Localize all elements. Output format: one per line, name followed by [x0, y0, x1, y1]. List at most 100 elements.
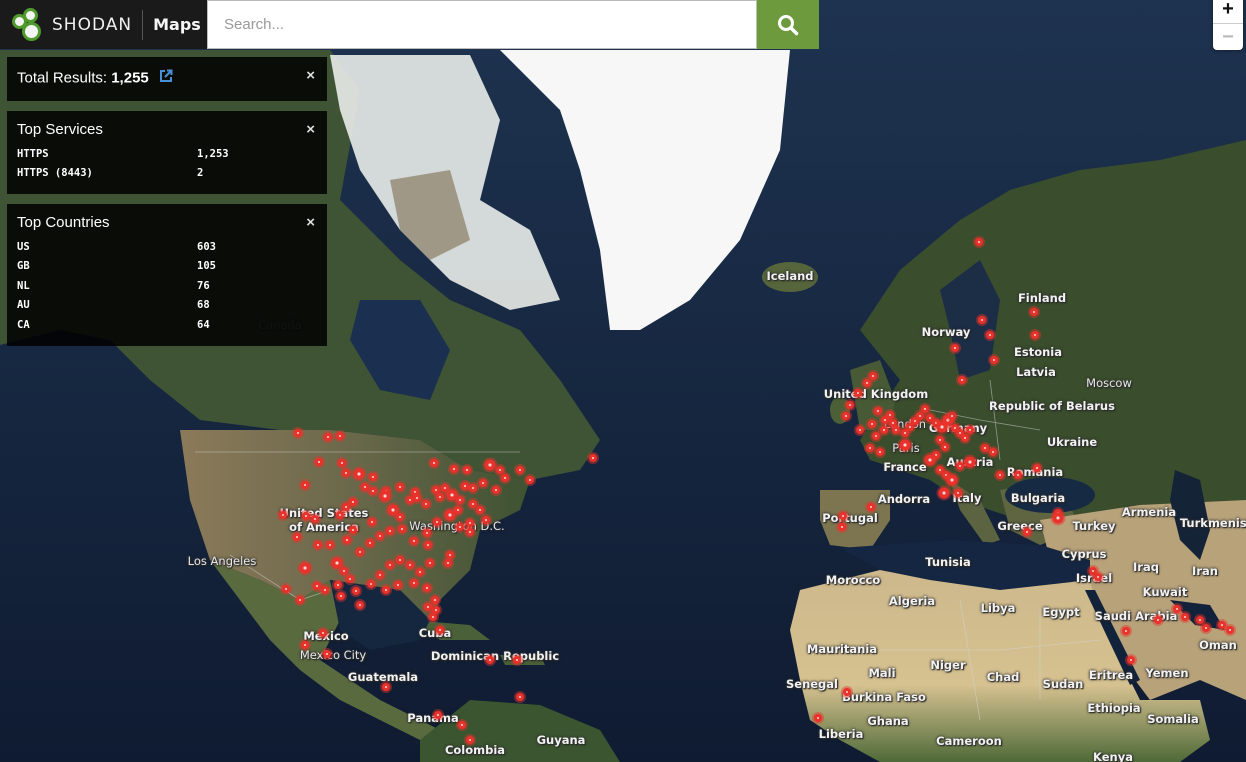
host-marker[interactable] [938, 487, 950, 499]
host-marker[interactable] [496, 466, 504, 474]
host-marker[interactable] [349, 498, 357, 506]
host-marker[interactable] [501, 474, 509, 482]
host-marker[interactable] [282, 585, 290, 593]
host-marker[interactable] [343, 536, 351, 544]
host-marker[interactable] [337, 592, 345, 600]
host-marker[interactable] [444, 559, 452, 567]
host-marker[interactable] [951, 344, 959, 352]
close-total-panel-button[interactable]: × [306, 67, 315, 84]
host-marker[interactable] [376, 571, 384, 579]
host-marker[interactable] [1127, 656, 1135, 664]
host-marker[interactable] [326, 541, 334, 549]
host-marker[interactable] [352, 587, 360, 595]
host-marker[interactable] [302, 512, 310, 520]
host-marker[interactable] [838, 523, 846, 531]
host-marker[interactable] [463, 466, 471, 474]
host-marker[interactable] [476, 506, 484, 514]
host-marker[interactable] [1014, 471, 1022, 479]
host-marker[interactable] [369, 473, 377, 481]
host-marker[interactable] [299, 562, 311, 574]
host-marker[interactable] [382, 586, 390, 594]
host-marker[interactable] [981, 444, 989, 452]
host-marker[interactable] [954, 489, 962, 497]
brand-name[interactable]: SHODAN [52, 15, 132, 35]
host-marker[interactable] [868, 420, 876, 428]
host-marker[interactable] [484, 459, 496, 471]
host-marker[interactable] [866, 444, 874, 452]
host-marker[interactable] [842, 412, 850, 420]
host-marker[interactable] [1154, 616, 1162, 624]
host-marker[interactable] [872, 432, 880, 440]
host-marker[interactable] [886, 411, 894, 419]
search-input[interactable] [207, 0, 757, 49]
country-row[interactable]: CA 64 [17, 315, 317, 335]
host-marker[interactable] [319, 629, 327, 637]
host-marker[interactable] [379, 490, 391, 502]
host-marker[interactable] [301, 641, 309, 649]
host-marker[interactable] [975, 238, 983, 246]
host-marker[interactable] [334, 581, 342, 589]
host-marker[interactable] [1122, 627, 1130, 635]
host-marker[interactable] [356, 601, 364, 609]
host-marker[interactable] [876, 448, 884, 456]
host-marker[interactable] [589, 454, 597, 462]
shodan-logo-icon[interactable] [12, 7, 46, 42]
host-marker[interactable] [516, 693, 524, 701]
host-marker[interactable] [301, 481, 309, 489]
host-marker[interactable] [436, 493, 444, 501]
host-marker[interactable] [854, 389, 862, 397]
host-marker[interactable] [1196, 616, 1204, 624]
host-marker[interactable] [450, 465, 458, 473]
host-marker[interactable] [423, 584, 431, 592]
host-marker[interactable] [867, 503, 875, 511]
host-marker[interactable] [376, 532, 384, 540]
host-marker[interactable] [394, 581, 402, 589]
host-marker[interactable] [293, 533, 301, 541]
host-marker[interactable] [869, 372, 877, 380]
host-marker[interactable] [349, 526, 357, 534]
host-marker[interactable] [1023, 528, 1031, 536]
host-marker[interactable] [924, 454, 936, 466]
host-marker[interactable] [892, 426, 900, 434]
host-marker[interactable] [436, 626, 444, 634]
host-marker[interactable] [1181, 613, 1189, 621]
service-row[interactable]: HTTPS 1,253 [17, 144, 317, 164]
host-marker[interactable] [386, 561, 394, 569]
host-marker[interactable] [1052, 512, 1064, 524]
host-marker[interactable] [369, 487, 377, 495]
host-marker[interactable] [958, 376, 966, 384]
host-marker[interactable] [406, 561, 414, 569]
country-row[interactable]: AU 68 [17, 296, 317, 316]
host-marker[interactable] [482, 516, 490, 524]
host-marker[interactable] [424, 603, 432, 611]
host-marker[interactable] [461, 482, 469, 490]
host-marker[interactable] [466, 519, 474, 527]
host-marker[interactable] [338, 459, 346, 467]
host-marker[interactable] [279, 511, 287, 519]
search-button[interactable] [757, 0, 819, 49]
host-marker[interactable] [874, 407, 882, 415]
host-marker[interactable] [846, 401, 854, 409]
host-marker[interactable] [424, 541, 432, 549]
host-marker[interactable] [456, 523, 464, 531]
host-marker[interactable] [1033, 464, 1041, 472]
host-marker[interactable] [398, 525, 406, 533]
host-marker[interactable] [479, 479, 487, 487]
host-marker[interactable] [410, 579, 418, 587]
host-marker[interactable] [429, 613, 437, 621]
host-marker[interactable] [446, 551, 454, 559]
host-marker[interactable] [1030, 308, 1038, 316]
host-marker[interactable] [996, 471, 1004, 479]
host-marker[interactable] [961, 434, 969, 442]
host-marker[interactable] [526, 476, 534, 484]
host-marker[interactable] [948, 412, 956, 420]
host-marker[interactable] [367, 580, 375, 588]
host-marker[interactable] [466, 736, 474, 744]
host-marker[interactable] [839, 512, 847, 520]
host-marker[interactable] [382, 683, 390, 691]
host-marker[interactable] [941, 443, 949, 451]
host-marker[interactable] [966, 426, 974, 434]
host-marker[interactable] [458, 721, 466, 729]
host-marker[interactable] [324, 433, 332, 441]
host-marker[interactable] [323, 650, 331, 658]
